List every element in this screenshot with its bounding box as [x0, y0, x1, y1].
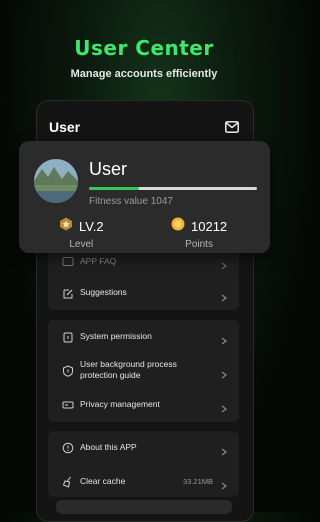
menu-item-system-permission[interactable]: System permission: [48, 328, 239, 345]
menu-item-label: Suggestions: [80, 287, 127, 297]
page-title: User: [49, 119, 81, 135]
menu-item-label: APP FAQ: [80, 256, 117, 266]
edit-icon: [62, 287, 74, 299]
level-badge-icon: [59, 217, 73, 236]
avatar[interactable]: [34, 159, 78, 203]
mail-icon[interactable]: [225, 120, 241, 134]
menu-item-privacy-management[interactable]: Privacy management: [48, 396, 239, 413]
chevron-right-icon: [221, 332, 227, 345]
menu-item-about[interactable]: About this APP: [48, 439, 239, 456]
menu-item-background-protection[interactable]: User background process protection guide: [48, 358, 239, 382]
points-label: Points: [185, 239, 213, 250]
coin-icon: [171, 217, 185, 236]
menu-item-label: Privacy management: [80, 399, 160, 409]
menu-item-label: System permission: [80, 331, 152, 341]
menu-item-label: About this APP: [80, 442, 137, 452]
broom-icon: [62, 475, 74, 488]
chevron-right-icon: [221, 400, 227, 413]
chevron-right-icon: [221, 477, 227, 490]
lock-icon: [62, 330, 74, 343]
fitness-value: Fitness value 1047: [89, 196, 173, 207]
menu-item-label: Clear cache: [80, 476, 126, 486]
promo-title: User Center: [74, 36, 214, 60]
menu-item-suggestions[interactable]: Suggestions: [48, 284, 239, 302]
user-name: User: [89, 159, 128, 179]
chevron-right-icon: [221, 366, 227, 379]
menu-item-label: User background process protection guide: [80, 359, 177, 380]
chevron-right-icon: [221, 289, 227, 302]
privacy-icon: [62, 398, 74, 410]
promo-subtitle: Manage accounts efficiently: [70, 68, 218, 80]
app-header: User: [49, 115, 241, 139]
menu-item-clear-cache[interactable]: Clear cache 33.21MB: [48, 473, 239, 490]
menu-group-permissions: System permission User background proces…: [48, 320, 239, 422]
level-stat[interactable]: LV.2 Level: [59, 217, 104, 250]
info-icon: [62, 441, 74, 454]
points-stat[interactable]: 10212 Points: [171, 217, 227, 250]
menu-group-help: APP FAQ Suggestions: [48, 246, 239, 310]
chevron-right-icon: [221, 257, 227, 270]
chevron-right-icon: [221, 443, 227, 456]
shield-icon: [62, 364, 74, 377]
points-value: 10212: [191, 219, 228, 234]
faq-icon: [62, 255, 74, 267]
level-value: LV.2: [79, 219, 104, 234]
menu-item-app-faq[interactable]: APP FAQ: [48, 252, 239, 270]
fitness-progress-fill: [89, 187, 140, 190]
user-profile-card[interactable]: User Fitness value 1047 LV.2 Level 10212…: [19, 141, 270, 253]
fitness-progress-bar: [89, 187, 257, 190]
menu-group-app: About this APP Clear cache 33.21MB: [48, 431, 239, 497]
cache-size-value: 33.21MB: [182, 477, 213, 486]
level-label: Level: [69, 239, 94, 250]
